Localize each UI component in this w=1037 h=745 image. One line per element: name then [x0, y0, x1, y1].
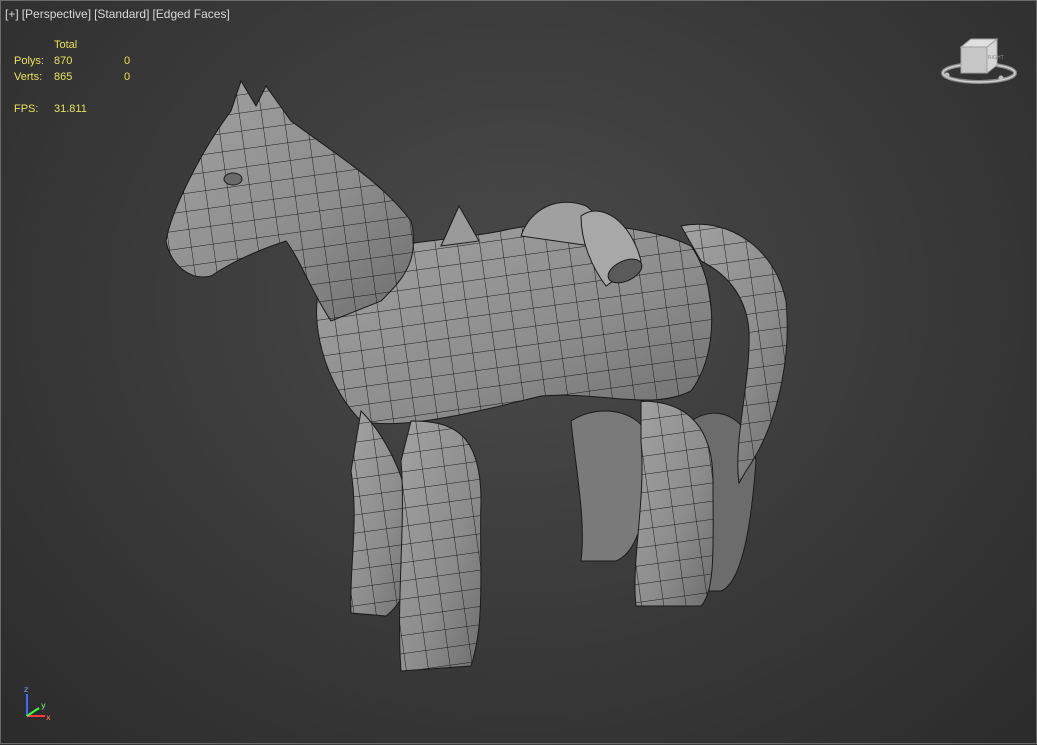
- axis-x-label: x: [46, 713, 51, 722]
- horse-mesh: [165, 79, 788, 672]
- axis-y-label: y: [41, 701, 46, 710]
- axis-tripod: z x y: [24, 685, 51, 722]
- axis-z-label: z: [24, 685, 28, 694]
- viewport[interactable]: [+] [Perspective] [Standard] [Edged Face…: [0, 0, 1037, 744]
- horse-mesh-model[interactable]: [1, 1, 1037, 745]
